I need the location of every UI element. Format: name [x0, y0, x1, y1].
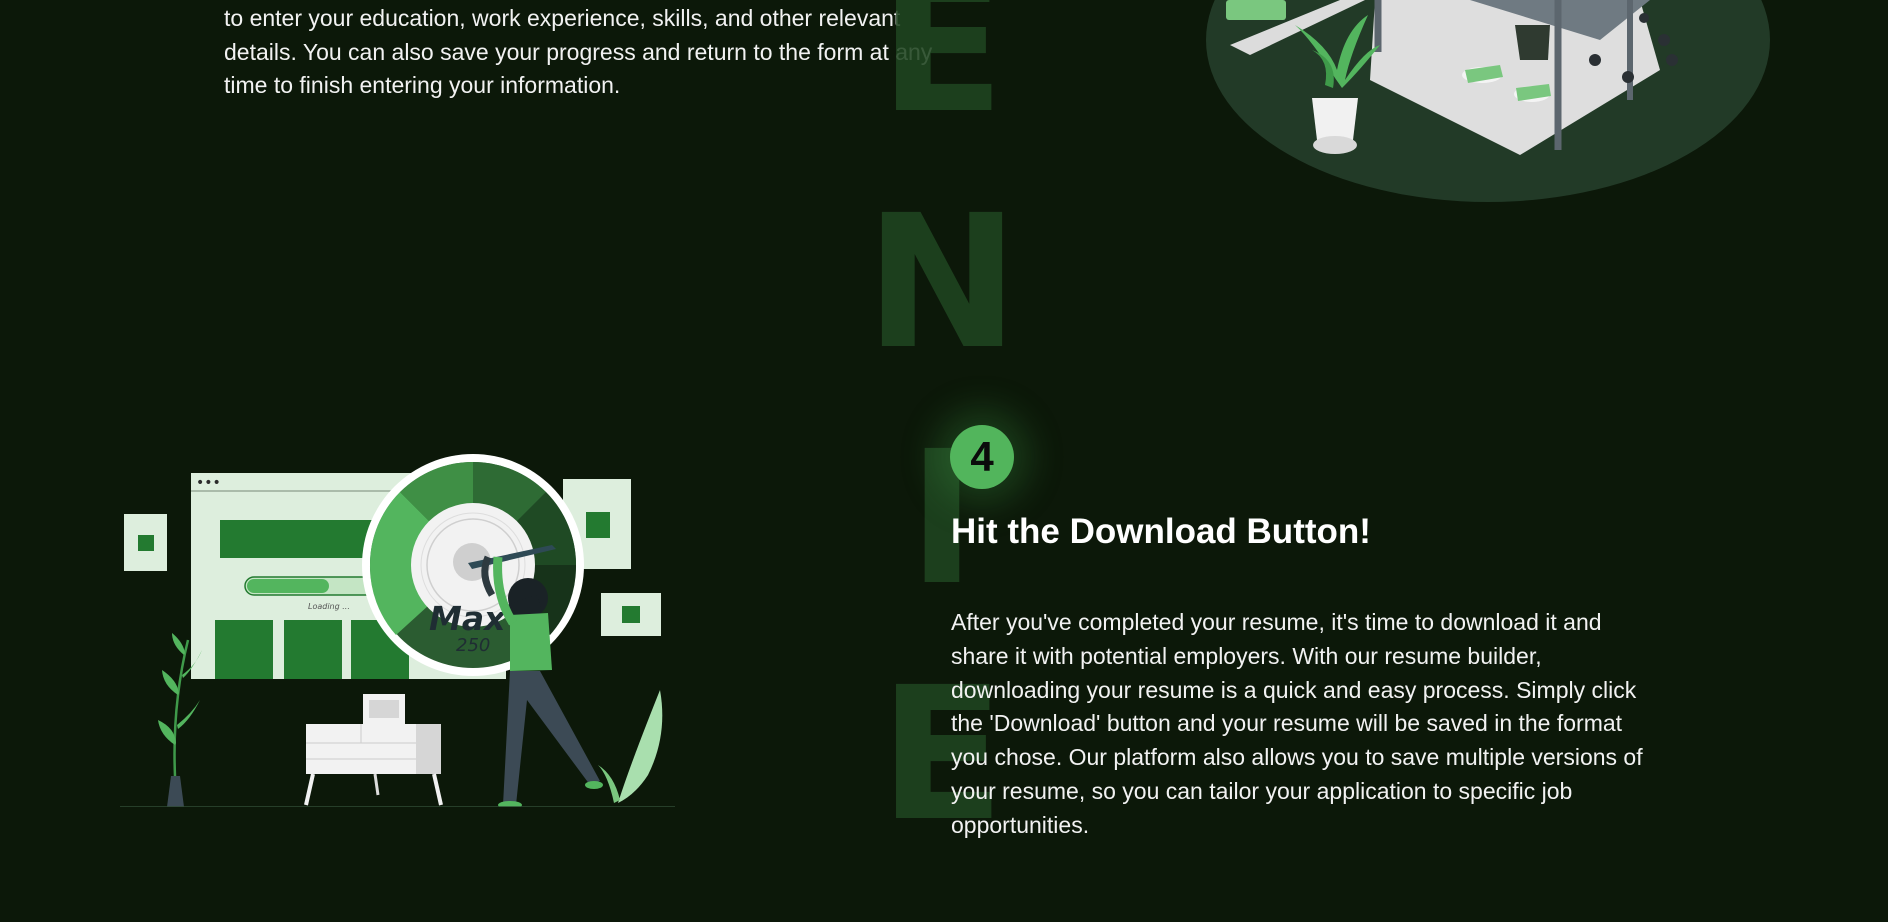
office-desk-illustration: [1206, 0, 1770, 202]
window-dots: •••: [196, 475, 221, 491]
gauge-value: 250: [456, 635, 490, 656]
decorative-vertical-word: ENIE: [835, 0, 1049, 884]
gauge-label: Max: [429, 599, 507, 638]
loading-label: Loading ...: [308, 602, 350, 611]
step-number: 4: [970, 433, 994, 480]
step-description: After you've completed your resume, it's…: [951, 609, 1643, 838]
step-number-badge: 4: [950, 425, 1014, 489]
step-title: Hit the Download Button!: [951, 512, 1371, 551]
speed-gauge-illustration: ••• Loading ... Max 250: [120, 454, 675, 807]
